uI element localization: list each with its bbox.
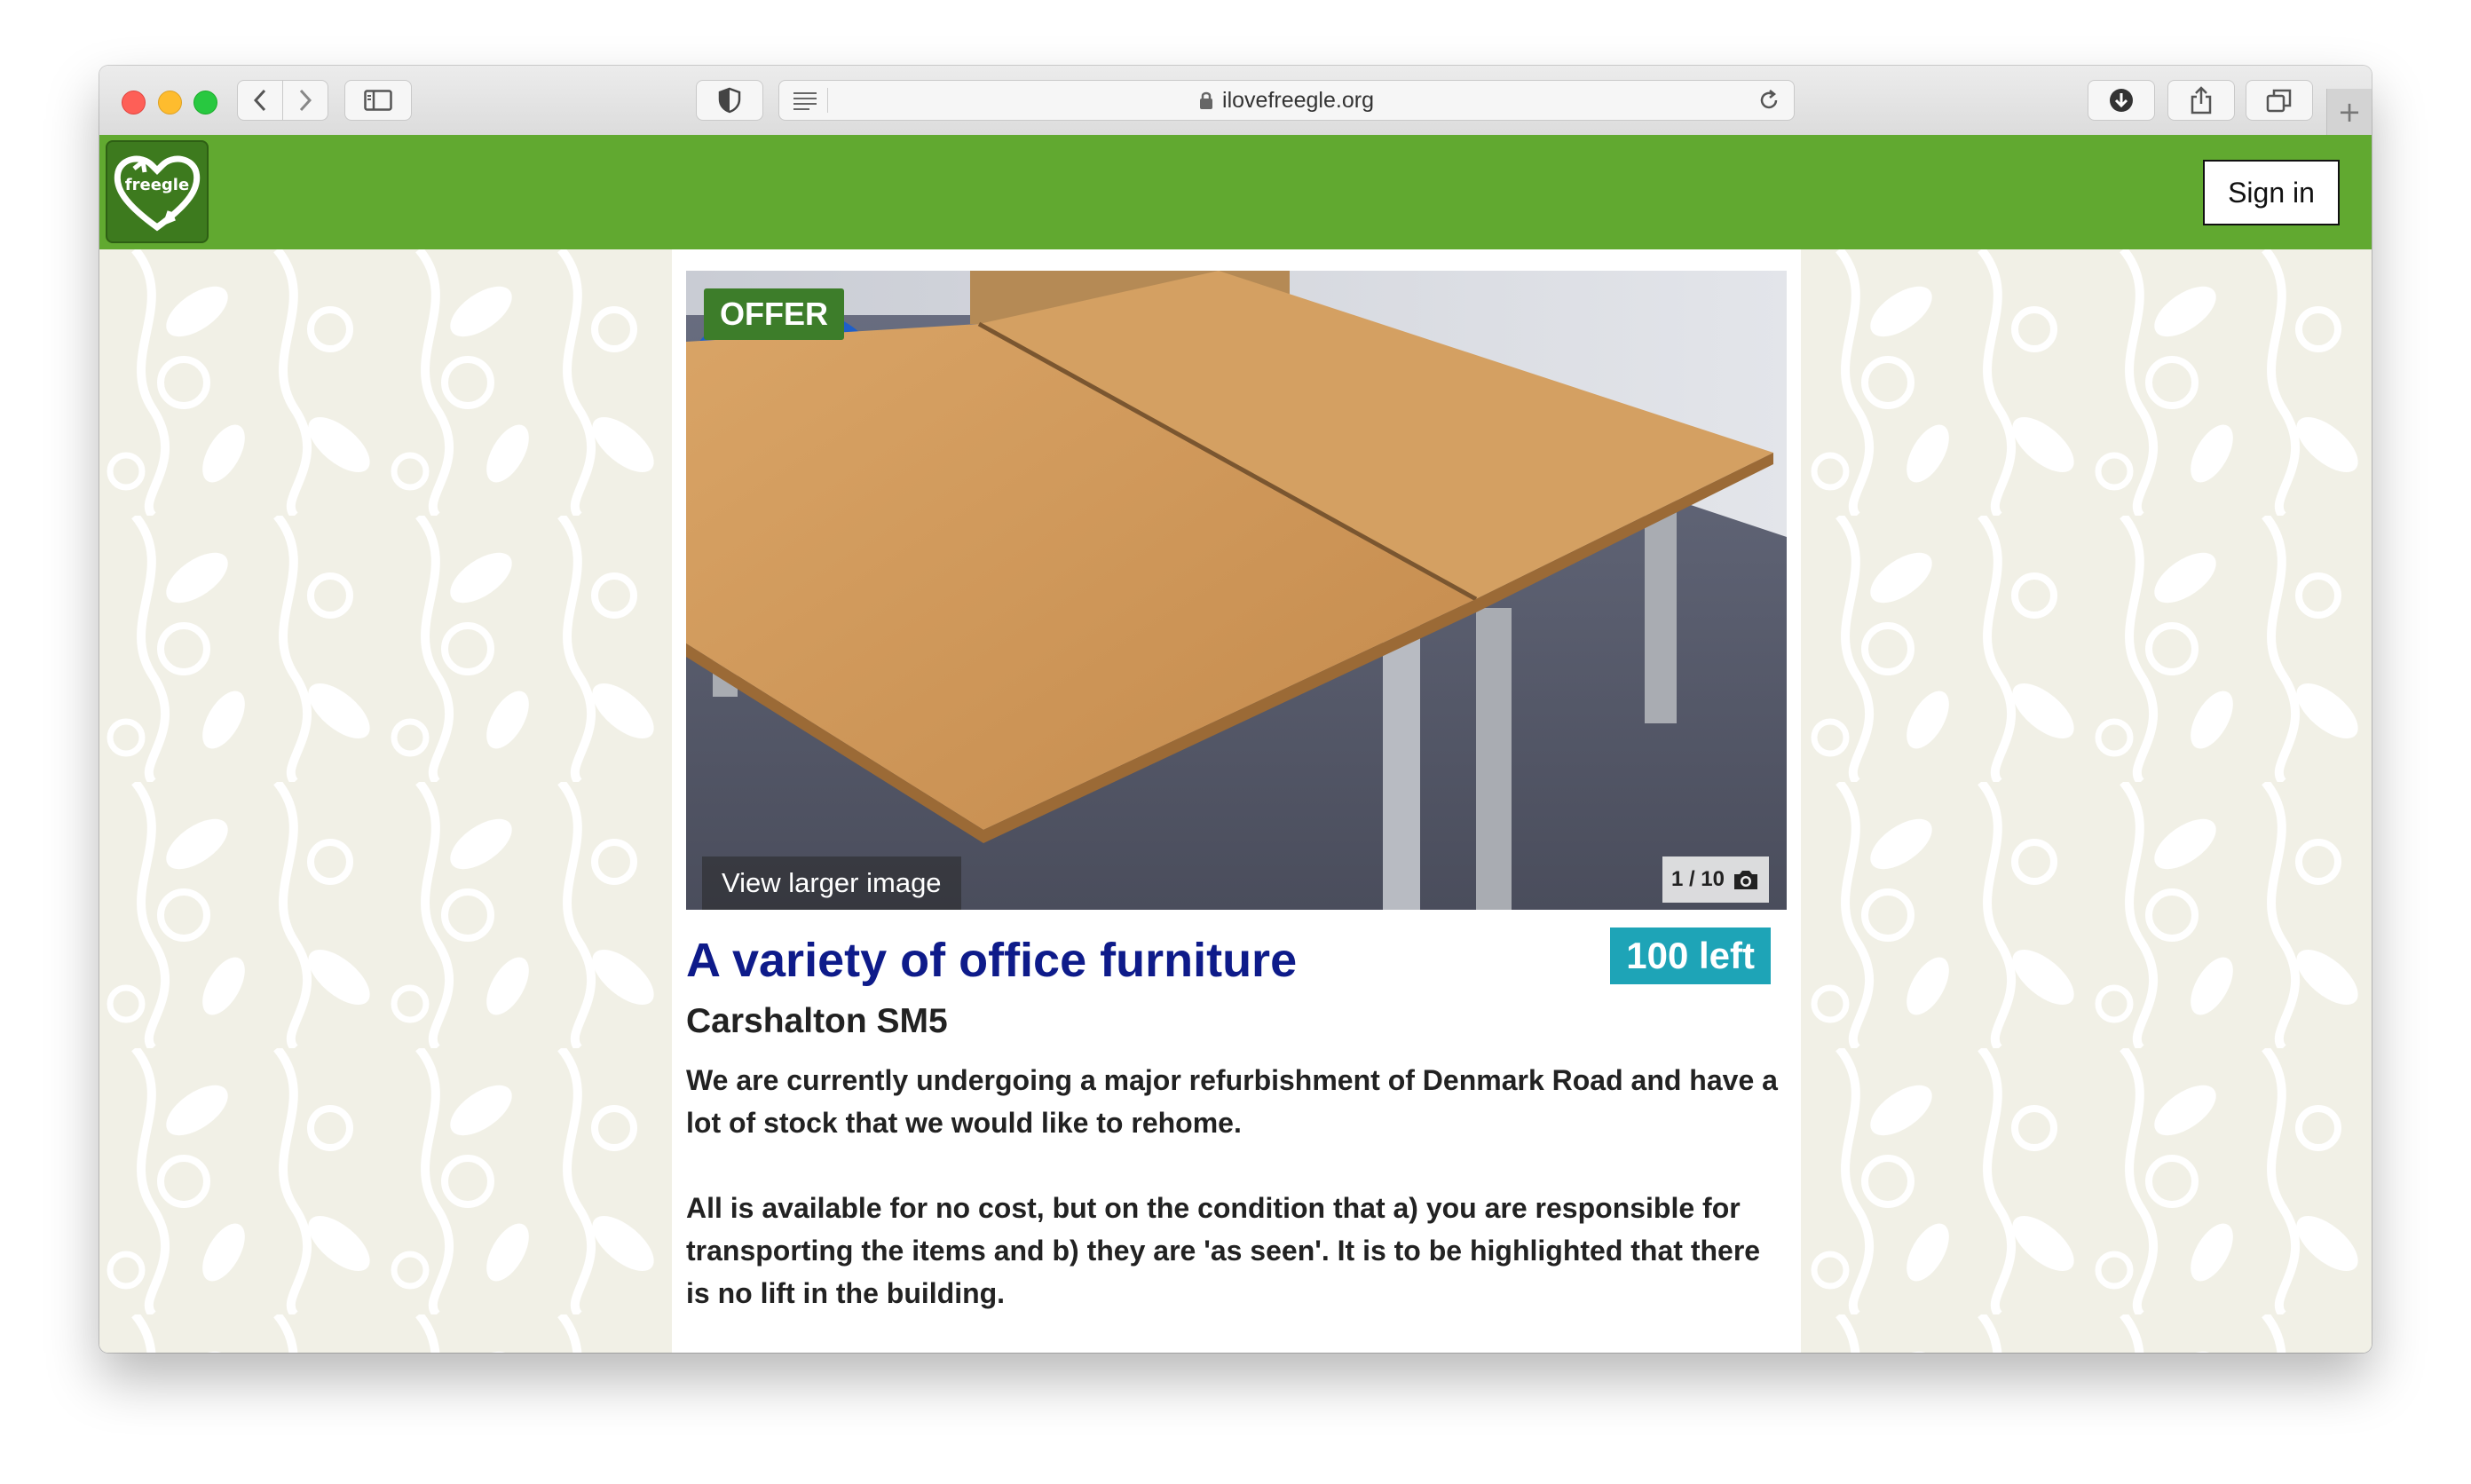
post-card: OFFER View larger image 1 / 10 A variety… [672, 249, 1801, 1353]
back-button[interactable] [237, 80, 283, 121]
share-icon [2191, 86, 2212, 114]
image-counter[interactable]: 1 / 10 [1662, 856, 1769, 903]
show-tabs-button[interactable] [2246, 80, 2313, 121]
view-larger-image-link[interactable]: View larger image [702, 856, 961, 910]
tabs-icon [2266, 89, 2292, 113]
sidebar-button[interactable] [344, 80, 412, 121]
screen: ilovefreegle.org + freegle Sign in OFFER… [0, 0, 2471, 1484]
page-content: OFFER View larger image 1 / 10 A variety… [99, 249, 2372, 1353]
minimize-window-button[interactable] [158, 91, 182, 114]
sidebar-icon [364, 90, 392, 111]
freegle-logo[interactable]: freegle [106, 140, 209, 243]
offer-badge: OFFER [704, 288, 844, 340]
address-bar[interactable]: ilovefreegle.org [778, 80, 1795, 121]
post-description: We are currently undergoing a major refu… [686, 1059, 1791, 1353]
post-location: Carshalton SM5 [686, 1002, 948, 1040]
browser-window: ilovefreegle.org + freegle Sign in OFFER… [99, 66, 2372, 1353]
remaining-count-badge: 100 left [1610, 928, 1771, 984]
browser-toolbar: ilovefreegle.org + [99, 66, 2372, 136]
plus-icon: + [2337, 95, 2362, 129]
downloads-button[interactable] [2088, 80, 2155, 121]
forward-icon [299, 89, 312, 112]
close-window-button[interactable] [122, 91, 146, 114]
logo-text: freegle [124, 176, 190, 194]
office-table-image [686, 271, 1787, 910]
lock-icon [1200, 91, 1213, 109]
zoom-window-button[interactable] [193, 91, 217, 114]
description-paragraph: All is available for no cost, but on the… [686, 1192, 1761, 1309]
privacy-report-button[interactable] [696, 80, 763, 121]
sign-in-button[interactable]: Sign in [2203, 160, 2340, 225]
shield-icon [718, 87, 741, 114]
url-display[interactable]: ilovefreegle.org [779, 81, 1794, 120]
new-tab-button[interactable]: + [2326, 89, 2372, 135]
forward-button[interactable] [282, 80, 328, 121]
post-photo[interactable]: OFFER View larger image 1 / 10 [686, 271, 1787, 910]
camera-icon [1734, 871, 1757, 889]
description-paragraph: We are currently undergoing a major refu… [686, 1064, 1778, 1139]
url-text: ilovefreegle.org [1222, 87, 1374, 113]
reload-icon[interactable] [1757, 88, 1781, 113]
post-title: A variety of office furniture [686, 934, 1298, 987]
site-header: freegle Sign in [99, 135, 2372, 249]
download-icon [2110, 89, 2133, 112]
share-button[interactable] [2167, 80, 2235, 121]
image-counter-text: 1 / 10 [1670, 867, 1725, 891]
back-icon [253, 89, 266, 112]
